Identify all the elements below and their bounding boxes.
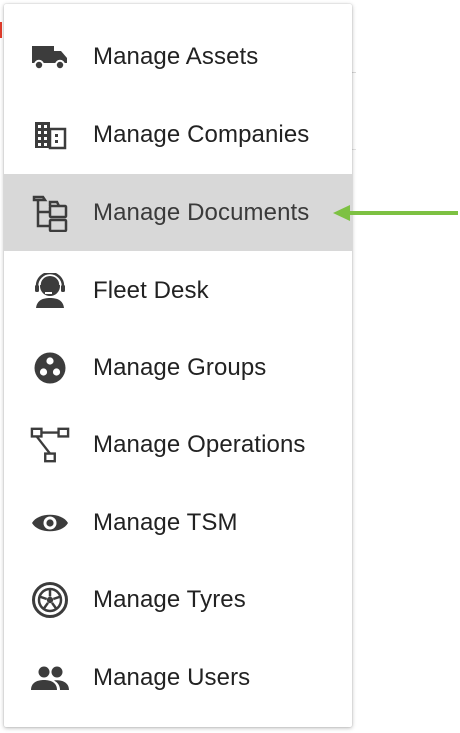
building-icon	[30, 115, 70, 155]
menu-item-manage-tsm[interactable]: Manage TSM	[4, 484, 352, 561]
document-tree-icon	[30, 193, 70, 233]
truck-icon	[30, 37, 70, 77]
menu-item-manage-companies[interactable]: Manage Companies	[4, 96, 352, 173]
menu-item-manage-operations[interactable]: Manage Operations	[4, 406, 352, 483]
menu-item-label: Manage Companies	[93, 120, 310, 148]
menu-item-label: Manage Documents	[93, 198, 310, 226]
menu-item-manage-assets[interactable]: Manage Assets	[4, 18, 352, 95]
groups-icon	[30, 348, 70, 388]
menu-item-label: Manage Users	[93, 663, 251, 691]
background-divider	[352, 72, 356, 73]
background-divider	[352, 149, 356, 150]
menu-item-label: Fleet Desk	[93, 276, 209, 304]
menu-item-label: Manage Assets	[93, 42, 259, 70]
background-accent	[0, 22, 2, 38]
menu-item-label: Manage Operations	[93, 430, 306, 458]
menu-item-label: Manage Tyres	[93, 585, 246, 613]
support-agent-icon	[30, 271, 70, 311]
menu-item-label: Manage Groups	[93, 353, 267, 381]
menu-item-fleet-desk[interactable]: Fleet Desk	[4, 252, 352, 329]
menu-item-manage-tyres[interactable]: Manage Tyres	[4, 561, 352, 638]
navigation-menu: Manage Assets Manage Companies Manage Do…	[4, 4, 352, 727]
menu-item-manage-documents[interactable]: Manage Documents	[4, 174, 352, 251]
operations-flow-icon	[30, 425, 70, 465]
green-arrow-icon	[333, 205, 458, 221]
menu-item-manage-groups[interactable]: Manage Groups	[4, 329, 352, 406]
eye-icon	[30, 503, 70, 543]
menu-item-label: Manage TSM	[93, 508, 238, 536]
menu-item-manage-users[interactable]: Manage Users	[4, 639, 352, 716]
users-icon	[30, 658, 70, 698]
tyre-icon	[30, 580, 70, 620]
